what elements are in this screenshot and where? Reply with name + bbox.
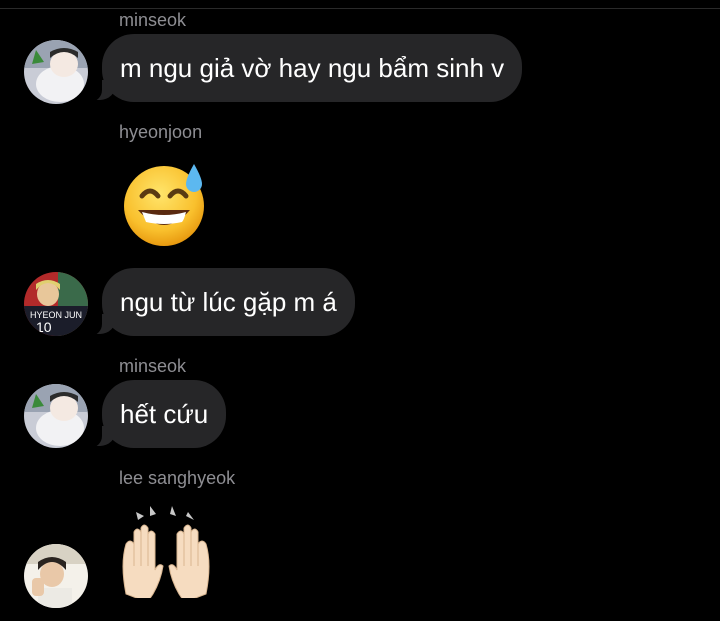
grinning-face-with-sweat-emoji[interactable] xyxy=(120,158,210,248)
message-bubble[interactable]: m ngu giả vờ hay ngu bẩm sinh v xyxy=(87,34,523,102)
lee-sanghyeok-avatar[interactable] xyxy=(24,544,88,608)
hyeonjoon-avatar[interactable]: HYEON JUN 10 xyxy=(24,272,88,336)
sender-name: hyeonjoon xyxy=(119,122,203,142)
raising-hands-emoji[interactable] xyxy=(116,504,216,598)
sender-name: minseok xyxy=(119,356,187,376)
top-divider xyxy=(0,8,720,9)
minseok-avatar[interactable] xyxy=(24,384,88,448)
minseok-avatar[interactable] xyxy=(24,40,88,104)
sender-name: lee sanghyeok xyxy=(119,468,236,488)
message-bubble[interactable]: ngu từ lúc gặp m á xyxy=(88,268,355,336)
sender-name: minseok xyxy=(119,10,187,30)
message-bubble[interactable]: hết cứu xyxy=(87,380,227,448)
svg-text:10: 10 xyxy=(36,319,52,335)
